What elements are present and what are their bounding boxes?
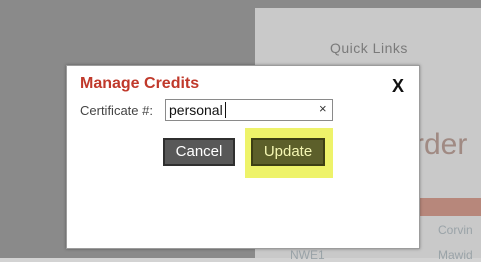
- background-row-cell: Corvin: [438, 223, 473, 237]
- manage-credits-dialog: Manage Credits X Certificate #: personal…: [66, 65, 420, 249]
- certificate-input[interactable]: personal ×: [165, 99, 333, 121]
- background-page-title: rder: [414, 128, 468, 161]
- text-caret: [225, 102, 226, 118]
- background-row-cell: NWE1: [290, 248, 325, 262]
- clear-input-icon[interactable]: ×: [319, 101, 327, 116]
- close-icon[interactable]: X: [392, 76, 404, 97]
- background-row-cell: Mawid: [438, 248, 473, 262]
- background-header-text: Quick Links: [330, 40, 408, 56]
- cancel-button[interactable]: Cancel: [163, 138, 235, 166]
- dialog-title: Manage Credits: [80, 75, 200, 92]
- certificate-input-value: personal: [169, 102, 223, 118]
- certificate-label: Certificate #:: [80, 103, 153, 118]
- update-button[interactable]: Update: [251, 138, 325, 166]
